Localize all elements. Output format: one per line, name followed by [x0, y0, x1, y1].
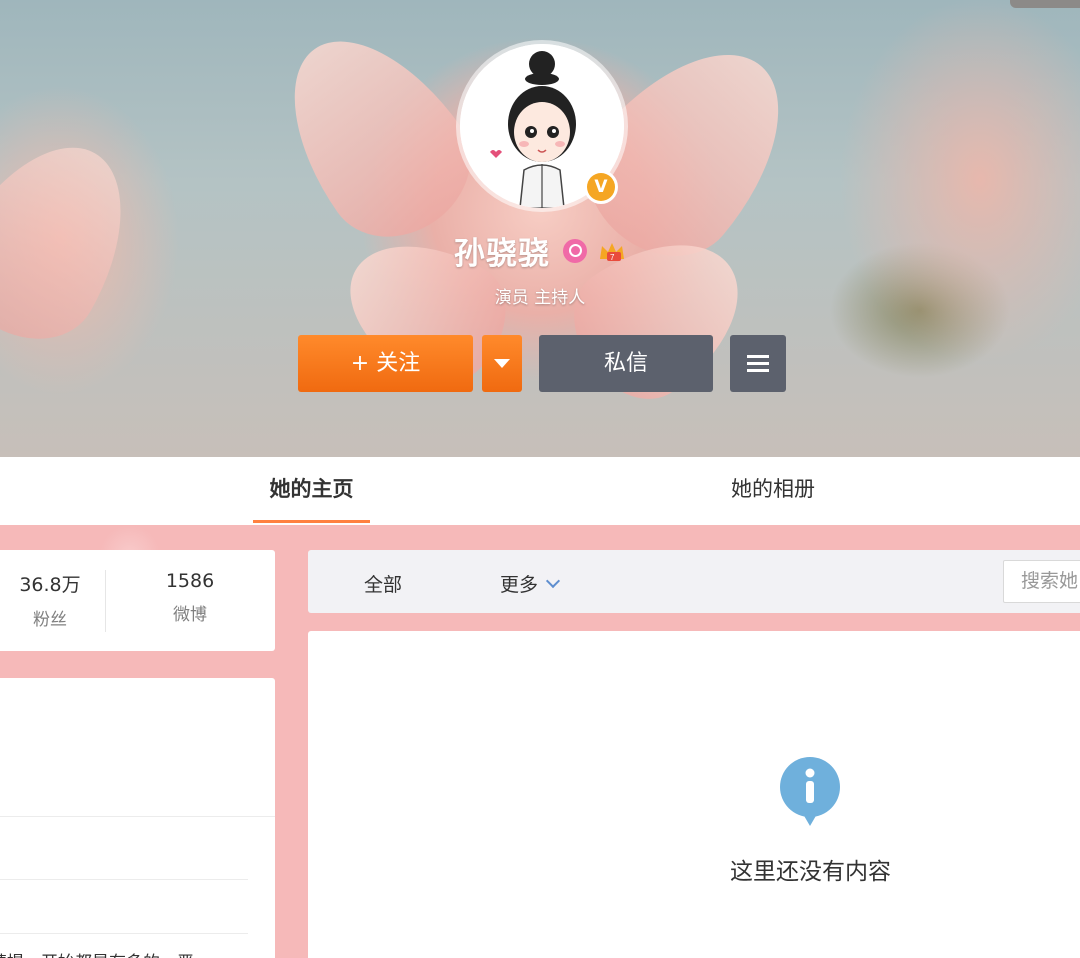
filter-more-label: 更多 [500, 574, 539, 596]
search-input[interactable]: 搜索她 [1003, 560, 1080, 603]
fans-count: 36.8万 [19, 574, 81, 596]
profile-description: 演员 主持人 [494, 288, 586, 308]
card-snippet[interactable]: 精提，开始都是有多的，严 [0, 948, 275, 958]
divider [0, 933, 248, 934]
svg-text:7: 7 [610, 253, 615, 262]
verified-icon: V [584, 170, 618, 204]
stats-divider [105, 570, 106, 632]
follow-button[interactable]: + 关注 [298, 335, 473, 392]
female-icon [563, 238, 587, 263]
feed-panel: 这里还没有内容 [308, 631, 1080, 958]
tab-album[interactable]: 她的相册 [700, 457, 846, 525]
message-button[interactable]: 私信 [539, 335, 713, 392]
cover-corner-button[interactable] [1010, 0, 1080, 8]
profile-cover: V 孙骁骁 7 演员 主持人 + 关注 私信 [0, 0, 1080, 457]
stats-card: 36.8万 粉丝 1586 微博 [0, 550, 275, 651]
filter-more[interactable]: 更多 [500, 570, 561, 597]
fans-label: 粉丝 [33, 610, 67, 630]
fans-stat[interactable]: 36.8万 粉丝 [0, 570, 100, 630]
feed-filter-bar: 全部 更多 搜索她 [308, 550, 1080, 613]
empty-message: 这里还没有内容 [730, 859, 891, 885]
profile-tabs: 她的主页 她的相册 [0, 457, 1080, 525]
info-icon [780, 757, 840, 826]
posts-label: 微博 [173, 605, 207, 625]
follow-dropdown-button[interactable] [482, 335, 522, 392]
chevron-down-icon [545, 573, 561, 589]
more-menu-button[interactable] [730, 335, 786, 392]
profile-name: 孙骁骁 [453, 236, 550, 272]
posts-stat[interactable]: 1586 微博 [130, 570, 250, 625]
tab-home[interactable]: 她的主页 [253, 457, 370, 525]
divider [0, 879, 248, 880]
vip-crown-icon[interactable]: 7 [598, 239, 626, 263]
left-info-card: 精提，开始都是有多的，严 [0, 678, 275, 958]
posts-count: 1586 [165, 570, 215, 592]
divider [0, 816, 275, 817]
filter-all[interactable]: 全部 [364, 570, 402, 597]
